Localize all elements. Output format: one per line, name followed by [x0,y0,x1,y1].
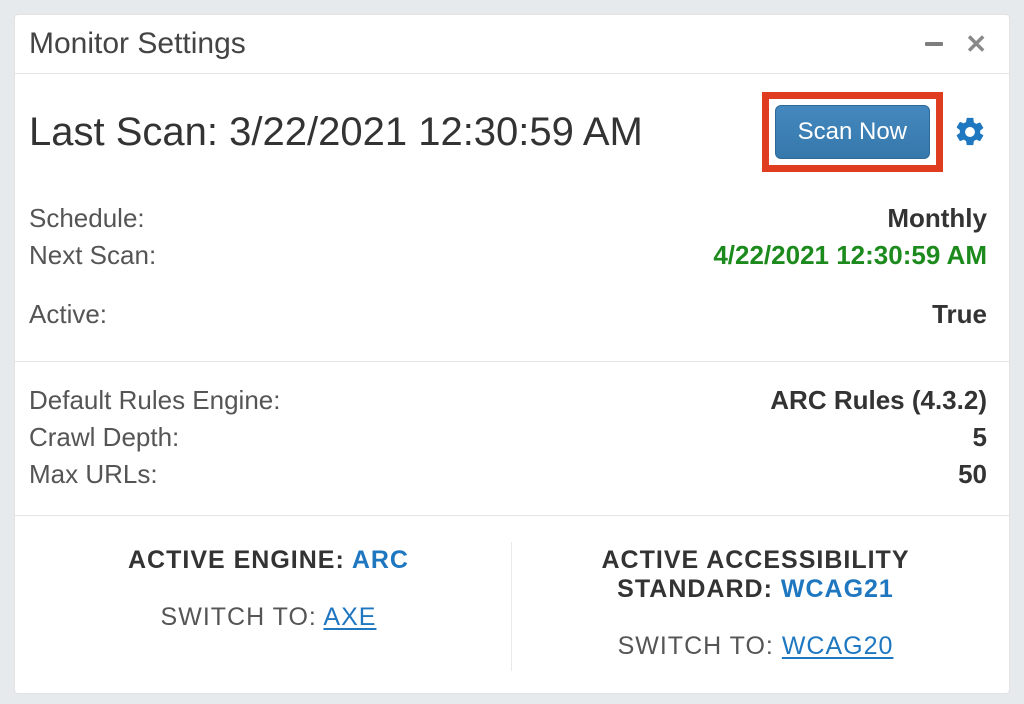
active-standard-value: WCAG21 [781,575,894,603]
last-scan-text: Last Scan: 3/22/2021 12:30:59 AM [29,110,643,155]
schedule-row: Schedule: Monthly [29,200,987,237]
next-scan-label: Next Scan: [29,240,156,271]
max-urls-row: Max URLs: 50 [29,456,987,493]
scan-now-button[interactable]: Scan Now [775,105,930,159]
switch-standard-prefix: SWITCH TO: [618,632,782,660]
next-scan-row: Next Scan: 4/22/2021 12:30:59 AM [29,237,987,274]
active-standard-line2-prefix: STANDARD: [617,575,781,603]
last-scan-label: Last Scan: [29,110,218,154]
max-urls-label: Max URLs: [29,459,158,490]
crawl-depth-value: 5 [973,422,987,453]
close-icon[interactable]: ✕ [965,31,987,57]
switch-engine-link[interactable]: AXE [323,603,376,631]
engine-block: Default Rules Engine: ARC Rules (4.3.2) … [15,362,1009,515]
last-scan-row: Last Scan: 3/22/2021 12:30:59 AM Scan No… [15,74,1009,192]
active-engine-col: ACTIVE ENGINE: ARC SWITCH TO: AXE [25,546,512,661]
panel-controls: ✕ [925,31,987,57]
scan-actions: Scan Now [762,92,987,172]
active-value: True [932,299,987,330]
panel-header: Monitor Settings ✕ [15,15,1009,74]
crawl-depth-label: Crawl Depth: [29,422,179,453]
crawl-depth-row: Crawl Depth: 5 [29,419,987,456]
panel-title: Monitor Settings [29,27,246,61]
schedule-label: Schedule: [29,203,145,234]
active-standard-line1: ACTIVE ACCESSIBILITY [524,546,987,575]
active-row: Active: True [29,296,987,333]
engine-value: ARC Rules (4.3.2) [770,385,987,416]
switch-standard-line: SWITCH TO: WCAG20 [524,632,987,661]
monitor-settings-panel: Monitor Settings ✕ Last Scan: 3/22/2021 … [14,14,1010,694]
last-scan-value: 3/22/2021 12:30:59 AM [229,110,643,154]
scan-now-highlight: Scan Now [762,92,943,172]
active-label: Active: [29,299,107,330]
gear-icon[interactable] [953,115,987,149]
active-engine-value: ARC [352,546,409,574]
minimize-icon[interactable] [925,42,943,46]
max-urls-value: 50 [958,459,987,490]
active-standard-col: ACTIVE ACCESSIBILITY STANDARD: WCAG21 SW… [512,546,999,661]
switch-standard-link[interactable]: WCAG20 [782,632,894,660]
engine-row: Default Rules Engine: ARC Rules (4.3.2) [29,382,987,419]
switch-engine-prefix: SWITCH TO: [161,603,324,631]
active-engine-prefix: ACTIVE ENGINE: [128,546,352,574]
next-scan-value: 4/22/2021 12:30:59 AM [713,240,987,271]
active-standard-title: ACTIVE ACCESSIBILITY STANDARD: WCAG21 [524,546,987,604]
schedule-block: Schedule: Monthly Next Scan: 4/22/2021 1… [15,192,1009,361]
switch-engine-line: SWITCH TO: AXE [37,603,500,632]
schedule-value: Monthly [887,203,987,234]
engine-label: Default Rules Engine: [29,385,280,416]
active-settings-row: ACTIVE ENGINE: ARC SWITCH TO: AXE ACTIVE… [15,516,1009,693]
active-engine-title: ACTIVE ENGINE: ARC [37,546,500,575]
